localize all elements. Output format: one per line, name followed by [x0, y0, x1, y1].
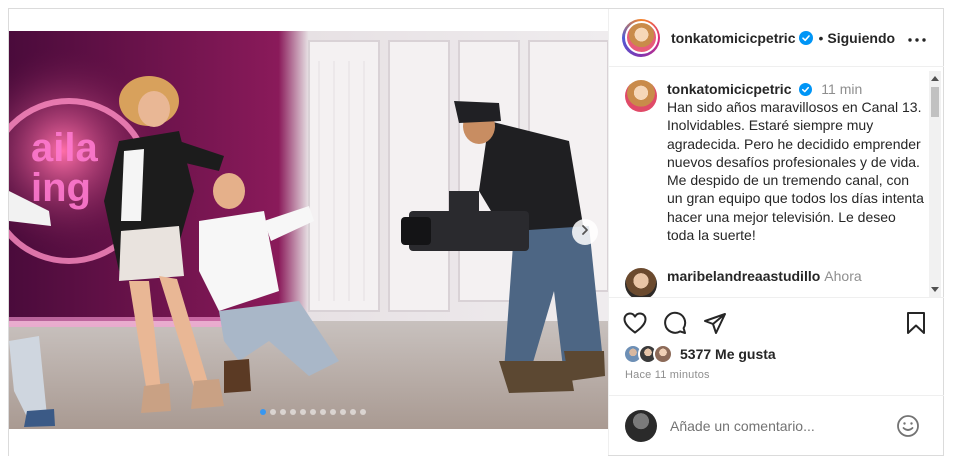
carousel-dot	[310, 409, 316, 415]
scroll-down-arrow-icon[interactable]	[931, 285, 939, 295]
comment-input[interactable]	[670, 417, 890, 434]
chevron-right-icon	[579, 223, 591, 241]
comment-time: Ahora	[824, 268, 862, 285]
author-avatar[interactable]	[622, 18, 660, 57]
caption-author-avatar[interactable]	[625, 80, 657, 112]
add-comment-bar	[609, 395, 944, 455]
post-media: aila ing	[9, 9, 608, 457]
more-options-icon[interactable]	[908, 29, 926, 47]
bookmark-icon[interactable]	[906, 311, 926, 340]
post-photo[interactable]: aila ing	[9, 31, 608, 429]
commenter-avatar[interactable]	[625, 268, 657, 297]
svg-text:aila: aila	[31, 126, 98, 170]
carousel-dot	[330, 409, 336, 415]
caption-username[interactable]: tonkatomicicpetric	[667, 81, 791, 97]
separator-dot: •	[818, 29, 824, 46]
post-side-panel: tonkatomicicpetric • Siguiendo tonkatomi…	[608, 9, 944, 455]
carousel-indicator	[260, 409, 366, 415]
likes-count[interactable]: 5377 Me gusta	[680, 346, 776, 362]
post-caption: tonkatomicicpetric 11 min Han sido años …	[609, 68, 944, 244]
paper-plane-icon[interactable]	[703, 311, 727, 335]
liker-avatar	[653, 344, 673, 364]
carousel-dot	[260, 409, 266, 415]
comment-username[interactable]: maribelandreaastudillo	[667, 268, 820, 284]
comment-item: maribelandreaastudillo Ahora	[609, 244, 944, 297]
scrollbar-thumb[interactable]	[931, 87, 939, 117]
caption-time[interactable]: 11 min	[821, 81, 862, 97]
verified-badge-icon	[799, 30, 814, 45]
carousel-dot	[300, 409, 306, 415]
carousel-dot	[320, 409, 326, 415]
carousel-dot	[340, 409, 346, 415]
heart-icon[interactable]	[623, 312, 647, 334]
emoji-smiley-icon[interactable]	[896, 414, 920, 443]
verified-badge-icon	[799, 83, 813, 96]
post-actions	[609, 307, 944, 339]
caption-text: Han sido años maravillosos en Canal 13. …	[667, 99, 924, 244]
likes-summary[interactable]: 5377 Me gusta	[623, 344, 776, 364]
comment-bubble-icon[interactable]	[663, 311, 687, 335]
carousel-dot	[360, 409, 366, 415]
instagram-post: aila ing tonkatomicicpetric • Siguiendo …	[8, 8, 944, 457]
comments-scrollbar[interactable]	[929, 71, 941, 297]
following-button[interactable]: Siguiendo	[827, 30, 895, 46]
carousel-dot	[350, 409, 356, 415]
comments-section: tonkatomicicpetric 11 min Han sido años …	[609, 68, 944, 298]
svg-text:ing: ing	[31, 166, 91, 210]
carousel-dot	[290, 409, 296, 415]
current-user-avatar	[625, 409, 657, 442]
carousel-next-button[interactable]	[572, 219, 598, 245]
carousel-dot	[280, 409, 286, 415]
post-header: tonkatomicicpetric • Siguiendo	[609, 9, 944, 67]
carousel-dot	[270, 409, 276, 415]
scroll-up-arrow-icon[interactable]	[931, 73, 939, 83]
posted-time[interactable]: Hace 11 minutos	[625, 369, 710, 381]
author-username[interactable]: tonkatomicicpetric	[671, 30, 795, 46]
